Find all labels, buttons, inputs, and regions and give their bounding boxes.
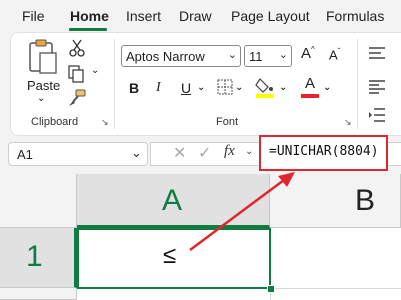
- annotation-arrow: [189, 172, 295, 252]
